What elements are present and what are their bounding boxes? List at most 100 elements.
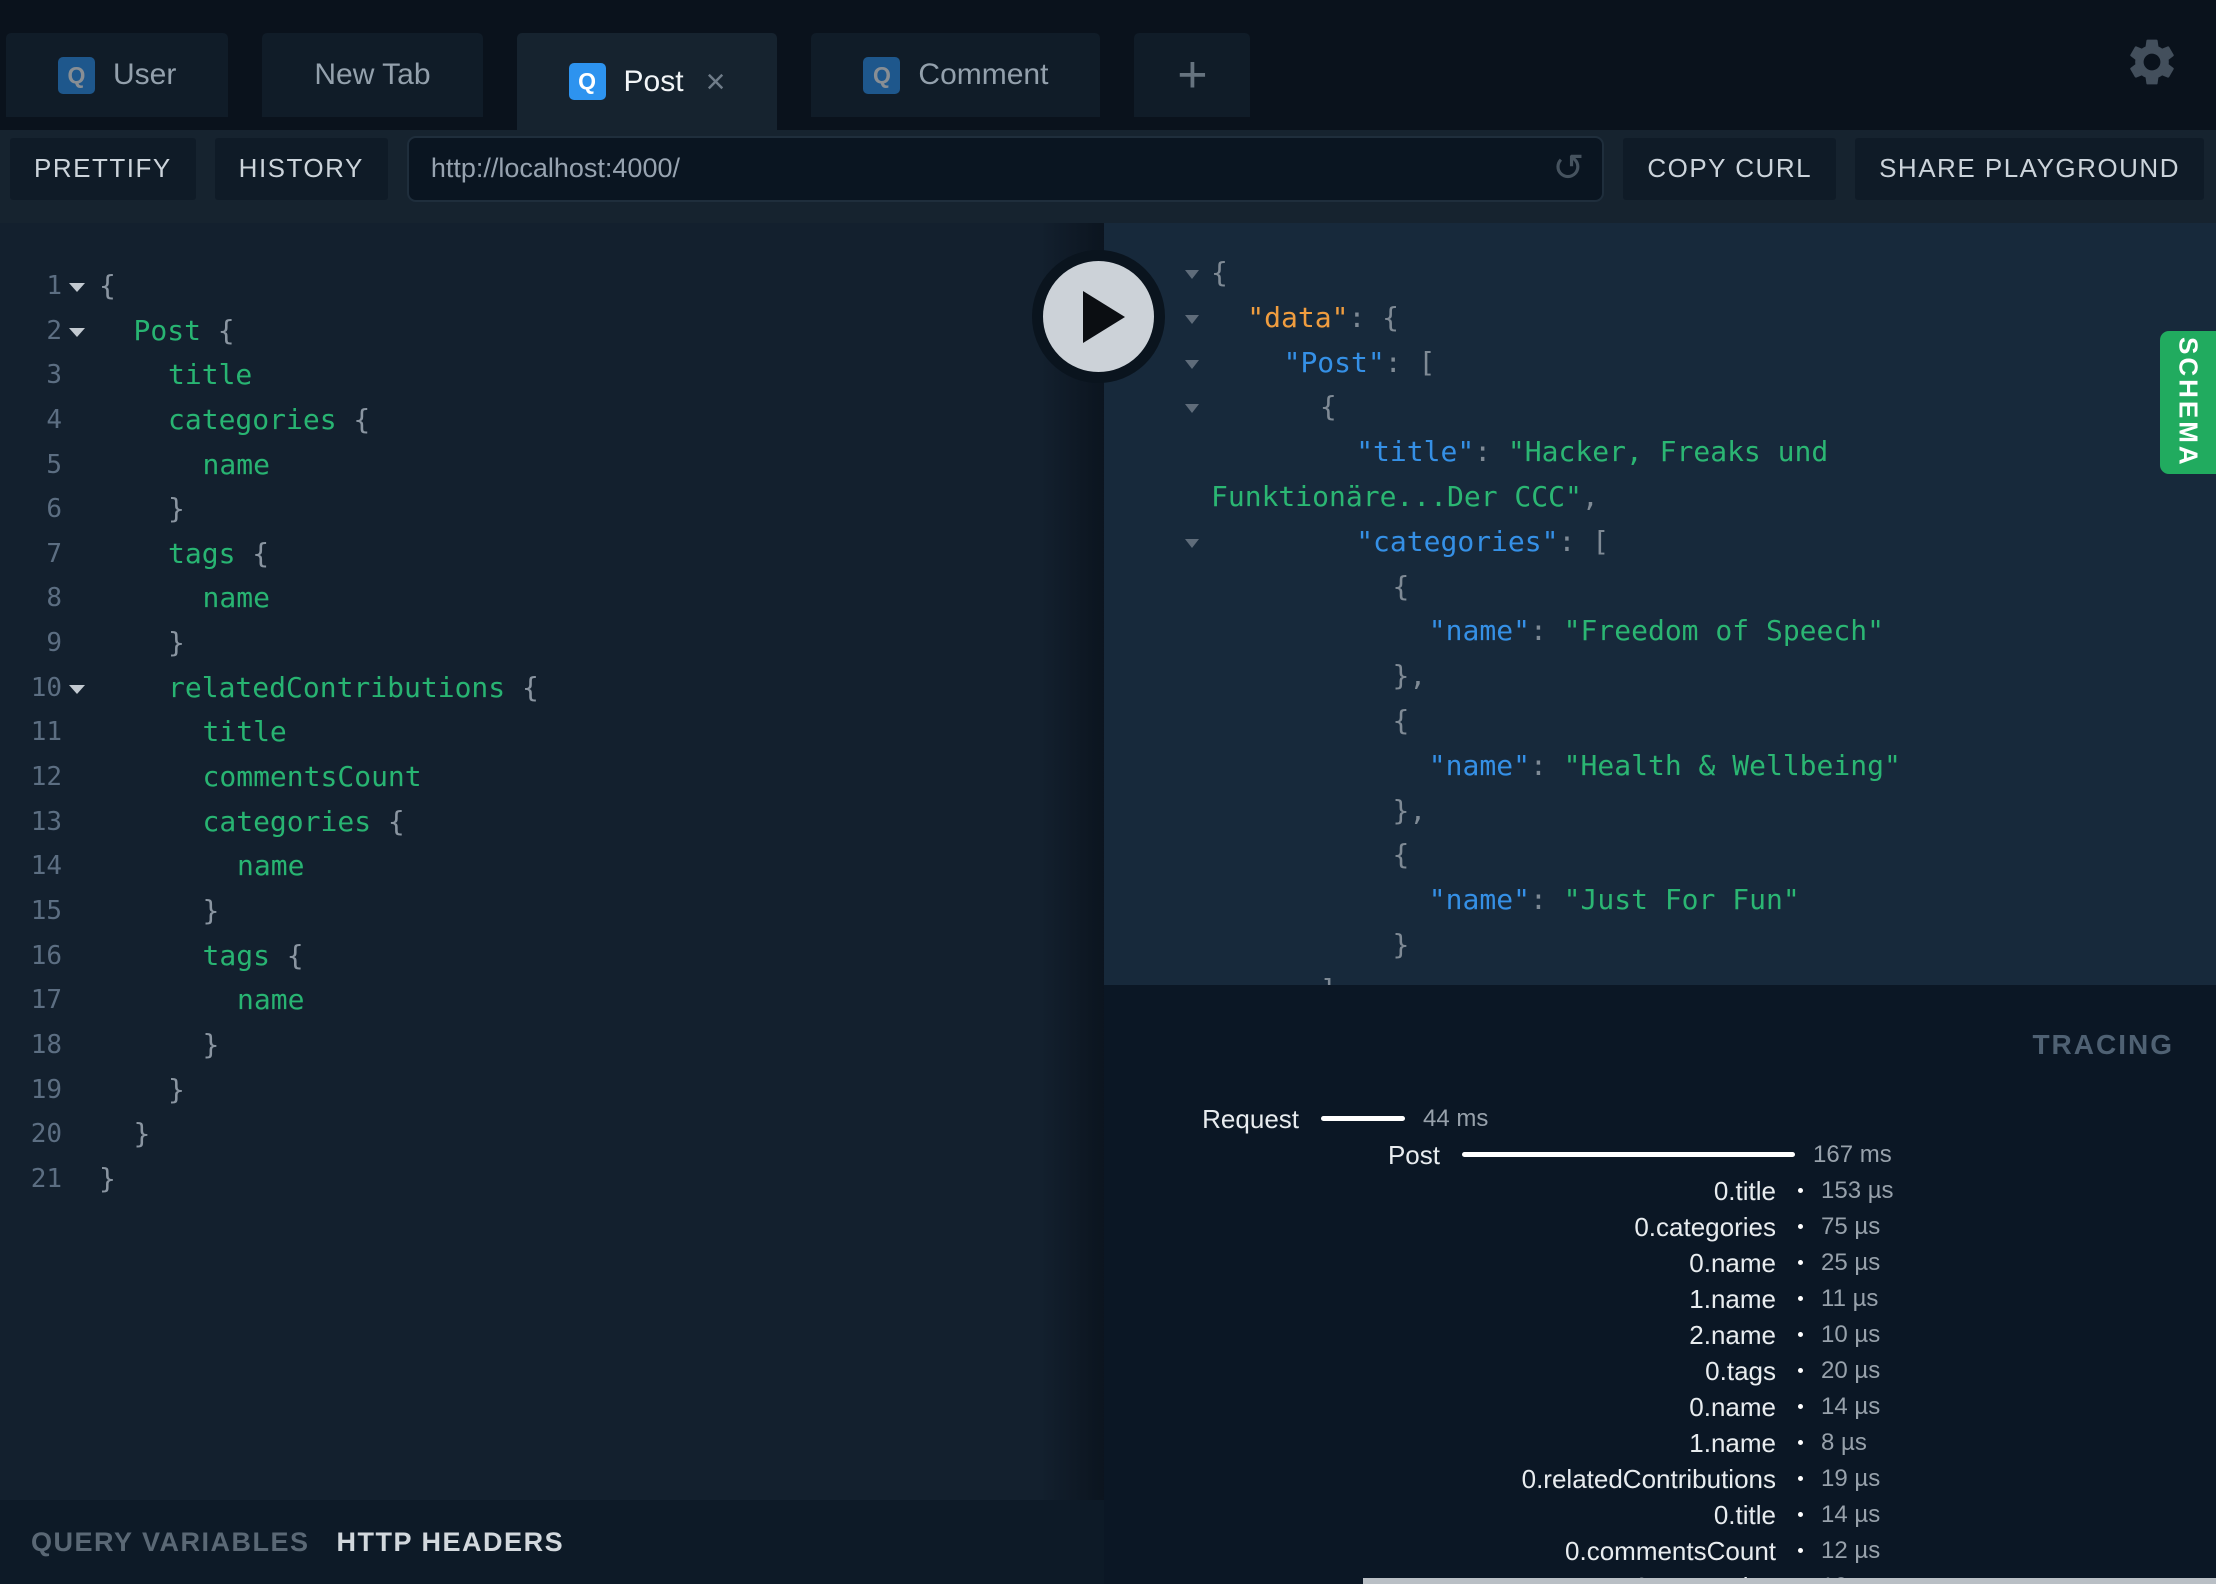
tab-user[interactable]: Q User: [6, 33, 229, 117]
horizontal-scrollbar[interactable]: [1363, 1578, 2216, 1584]
editor-line[interactable]: 15}: [0, 889, 1104, 934]
trace-row: Post 167 ms: [1104, 1137, 2216, 1173]
json-text: },: [1392, 793, 1427, 827]
trace-duration-bar: [1462, 1152, 1795, 1157]
gear-icon: [2130, 39, 2174, 85]
line-number: 5: [46, 449, 62, 480]
line-number: 19: [30, 1074, 62, 1105]
response-line: Funktionäre...Der CCC",: [1104, 475, 2216, 520]
query-type-badge: Q: [568, 63, 606, 100]
editor-line[interactable]: 17 name: [0, 978, 1104, 1023]
editor-line[interactable]: 2 Post {: [0, 309, 1104, 354]
execute-query-button[interactable]: [1032, 250, 1165, 383]
editor-line[interactable]: 18}: [0, 1023, 1104, 1068]
editor-line[interactable]: 1{: [0, 264, 1104, 309]
json-text: {: [1392, 838, 1410, 872]
copy-curl-button[interactable]: COPY CURL: [1623, 137, 1837, 200]
trace-row: 0.name 25 µs: [1104, 1245, 2216, 1281]
endpoint-url-box: ↺: [406, 135, 1605, 202]
trace-row: 1.name 11 µs: [1104, 1281, 2216, 1317]
editor-line[interactable]: 7 tags {: [0, 532, 1104, 577]
query-type-badge: Q: [58, 56, 95, 94]
line-number: 8: [46, 583, 62, 614]
json-text: },: [1392, 659, 1427, 693]
http-headers-tab[interactable]: HTTP HEADERS: [337, 1527, 565, 1558]
json-text: {: [1319, 390, 1337, 424]
json-text: "name": "Just For Fun": [1428, 883, 1800, 917]
response-line: ]: [1104, 968, 2216, 985]
tab-new-tab[interactable]: New Tab: [262, 33, 483, 117]
editor-line[interactable]: 11 title: [0, 710, 1104, 755]
fold-caret-icon[interactable]: [69, 684, 85, 694]
editor-line[interactable]: 19}: [0, 1068, 1104, 1113]
fold-caret-icon[interactable]: [1185, 314, 1199, 324]
line-number: 10: [30, 672, 62, 703]
editor-line[interactable]: 4 categories {: [0, 398, 1104, 443]
editor-line[interactable]: 20}: [0, 1112, 1104, 1157]
json-text: "categories": [: [1356, 524, 1610, 558]
trace-field-label: 0.title: [1713, 1176, 1776, 1206]
trace-duration-value: 25 µs: [1821, 1249, 1881, 1276]
query-editor-lines: 1{2 Post {3 title 4 categories {5 name 6} 7 tags…: [0, 223, 1104, 1201]
fold-caret-icon[interactable]: [1185, 359, 1199, 369]
prettify-button[interactable]: PRETTIFY: [10, 137, 196, 200]
code-text: }: [133, 1117, 151, 1151]
fold-caret-icon[interactable]: [1185, 538, 1199, 548]
editor-line[interactable]: 6}: [0, 487, 1104, 532]
share-playground-button[interactable]: SHARE PLAYGROUND: [1855, 137, 2204, 200]
editor-line[interactable]: 3 title: [0, 353, 1104, 398]
line-number: 15: [30, 895, 62, 926]
fold-caret-icon[interactable]: [1185, 270, 1199, 279]
reload-schema-icon[interactable]: ↺: [1553, 148, 1585, 186]
line-number: 20: [30, 1119, 62, 1150]
fold-caret-icon[interactable]: [69, 283, 85, 292]
settings-button[interactable]: [2124, 34, 2180, 90]
trace-field-label: Request: [1202, 1104, 1299, 1134]
query-editor-pane[interactable]: 1{2 Post {3 title 4 categories {5 name 6} 7 tags…: [0, 223, 1104, 1500]
toolbar: PRETTIFY HISTORY ↺ COPY CURL SHARE PLAYG…: [0, 130, 2216, 223]
editor-line[interactable]: 9}: [0, 621, 1104, 666]
response-line: "data": {: [1104, 296, 2216, 341]
editor-line[interactable]: 16 tags {: [0, 934, 1104, 979]
response-line: {: [1104, 385, 2216, 430]
code-text: tags {: [168, 536, 270, 570]
add-tab-button[interactable]: +: [1134, 33, 1251, 117]
response-line: },: [1104, 654, 2216, 699]
trace-duration-bar: [1798, 1440, 1803, 1445]
trace-duration-value: 19 µs: [1821, 1465, 1881, 1492]
trace-row: 0.title 153 µs: [1104, 1173, 2216, 1209]
tab-list: Q User New Tab Q Post × Q Comment +: [6, 33, 1251, 130]
trace-duration-bar: [1798, 1368, 1803, 1373]
trace-field-label: 0.categories: [1634, 1212, 1776, 1242]
history-button[interactable]: HISTORY: [214, 137, 388, 200]
editor-line[interactable]: 8 name: [0, 576, 1104, 621]
fold-caret-icon[interactable]: [1185, 404, 1199, 414]
play-icon: [1082, 290, 1125, 343]
line-number: 9: [46, 628, 62, 659]
schema-side-tab[interactable]: SCHEMA: [2160, 331, 2216, 474]
fold-caret-icon[interactable]: [69, 327, 85, 337]
query-variables-tab[interactable]: QUERY VARIABLES: [31, 1527, 310, 1558]
editor-line[interactable]: 10 relatedContributions {: [0, 666, 1104, 711]
trace-row: 0.commentsCount 12 µs: [1104, 1533, 2216, 1569]
editor-line[interactable]: 12 commentsCount: [0, 755, 1104, 800]
response-line: {: [1104, 565, 2216, 610]
tab-post[interactable]: Q Post ×: [516, 33, 778, 130]
endpoint-url-input[interactable]: [430, 153, 1466, 184]
tab-label: New Tab: [314, 58, 431, 91]
query-type-badge: Q: [863, 56, 901, 94]
editor-line[interactable]: 14 name: [0, 844, 1104, 889]
line-number: 21: [30, 1163, 62, 1194]
code-text: title: [202, 715, 287, 749]
editor-line[interactable]: 13 categories {: [0, 800, 1104, 845]
editor-line[interactable]: 5 name: [0, 443, 1104, 488]
trace-duration-bar: [1798, 1224, 1803, 1229]
json-text: }: [1392, 927, 1410, 961]
close-tab-icon[interactable]: ×: [706, 65, 726, 99]
tracing-title: TRACING: [2032, 1029, 2174, 1060]
json-text: {: [1211, 256, 1228, 289]
editor-line[interactable]: 21}: [0, 1157, 1104, 1202]
trace-field-label: 0.relatedContributions: [1521, 1464, 1776, 1494]
tab-comment[interactable]: Q Comment: [811, 33, 1101, 117]
response-line: },: [1104, 789, 2216, 834]
